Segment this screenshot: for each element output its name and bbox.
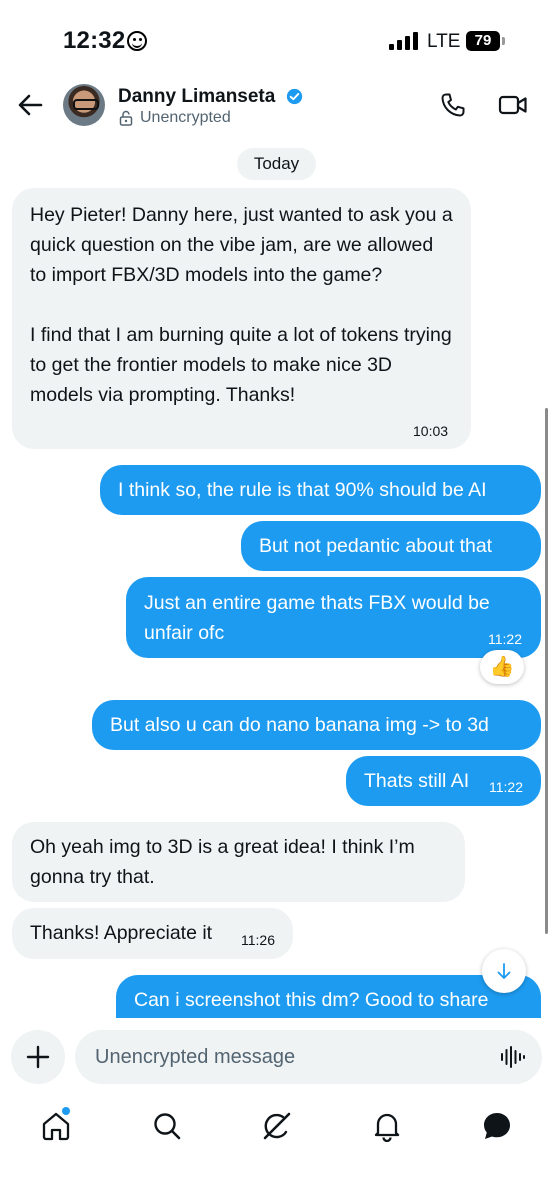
message-bubble-outgoing[interactable]: I think so, the rule is that 90% should … [100, 465, 541, 515]
arrow-down-icon [497, 963, 511, 979]
scrollbar[interactable] [545, 408, 548, 934]
video-call-button[interactable] [498, 92, 528, 118]
message-timestamp: 11:22 [488, 631, 522, 647]
message-timestamp: 11:26 [241, 932, 275, 948]
conversation-header: Danny Limanseta Unencrypted [0, 80, 553, 138]
grok-icon [263, 1112, 291, 1140]
encryption-status: Unencrypted [140, 109, 231, 126]
message-text: Thats still AI [364, 770, 470, 792]
message-text: Hey Pieter! Danny here, just wanted to a… [30, 204, 453, 406]
bell-icon [374, 1113, 400, 1143]
message-bubble-outgoing[interactable]: Just an entire game thats FBX would be u… [126, 577, 541, 658]
plus-icon [26, 1045, 50, 1069]
message-text: Thanks! Appreciate it [30, 922, 213, 944]
network-type: LTE [427, 31, 461, 52]
focus-smiley-icon [127, 31, 147, 51]
voice-message-button[interactable] [500, 1045, 526, 1069]
phone-icon [441, 93, 465, 117]
message-bubble-outgoing[interactable]: Thats still AI 11:22 [346, 756, 541, 806]
arrow-left-icon [18, 94, 43, 116]
message-input[interactable] [95, 1030, 485, 1084]
message-timestamp: 10:03 [413, 423, 449, 439]
message-input-container [75, 1030, 542, 1084]
message-bubble-incoming[interactable]: Thanks! Appreciate it 11:26 [12, 908, 293, 959]
message-text: But not pedantic about that [259, 535, 493, 557]
nav-messages[interactable] [481, 1110, 513, 1142]
nav-search[interactable] [151, 1110, 183, 1142]
message-bubble-outgoing[interactable]: But also u can do nano banana img -> to … [92, 700, 541, 750]
nav-notifications[interactable] [371, 1110, 403, 1143]
status-bar: 12:32 LTE 79 [0, 0, 553, 80]
contact-name[interactable]: Danny Limanseta [118, 86, 275, 108]
reaction-badge[interactable]: 👍 [480, 650, 524, 684]
bottom-navigation [0, 1100, 553, 1200]
message-bubble-outgoing[interactable]: But not pedantic about that [241, 521, 541, 571]
message-timestamp: 11:22 [489, 779, 523, 795]
notification-dot [62, 1107, 70, 1115]
battery-level: 79 [466, 31, 500, 51]
message-composer [0, 1018, 553, 1100]
signal-strength-icon [389, 32, 419, 50]
back-button[interactable] [16, 90, 46, 120]
date-separator: Today [237, 148, 316, 180]
message-bubble-incoming[interactable]: Oh yeah img to 3D is a great idea! I thi… [12, 822, 465, 902]
battery-tip [502, 37, 505, 45]
message-text: Oh yeah img to 3D is a great idea! I thi… [30, 836, 421, 888]
message-bubble-incoming[interactable]: Hey Pieter! Danny here, just wanted to a… [12, 188, 471, 449]
message-text: But also u can do nano banana img -> to … [110, 714, 489, 736]
search-icon [154, 1113, 181, 1140]
verified-badge-icon [286, 88, 303, 105]
nav-grok[interactable] [261, 1110, 293, 1142]
status-time: 12:32 [63, 27, 126, 54]
lock-icon [119, 110, 133, 126]
message-text: I think so, the rule is that 90% should … [118, 479, 487, 501]
avatar[interactable] [63, 84, 105, 126]
voice-call-button[interactable] [440, 92, 466, 118]
message-text: Just an entire game thats FBX would be u… [144, 592, 496, 644]
messages-icon [484, 1113, 510, 1139]
add-attachment-button[interactable] [11, 1030, 65, 1084]
message-text: Can i screenshot this dm? Good to share [134, 989, 489, 1011]
video-camera-icon [498, 95, 527, 115]
voice-wave-icon [501, 1046, 525, 1068]
scroll-to-bottom-button[interactable] [482, 949, 526, 993]
